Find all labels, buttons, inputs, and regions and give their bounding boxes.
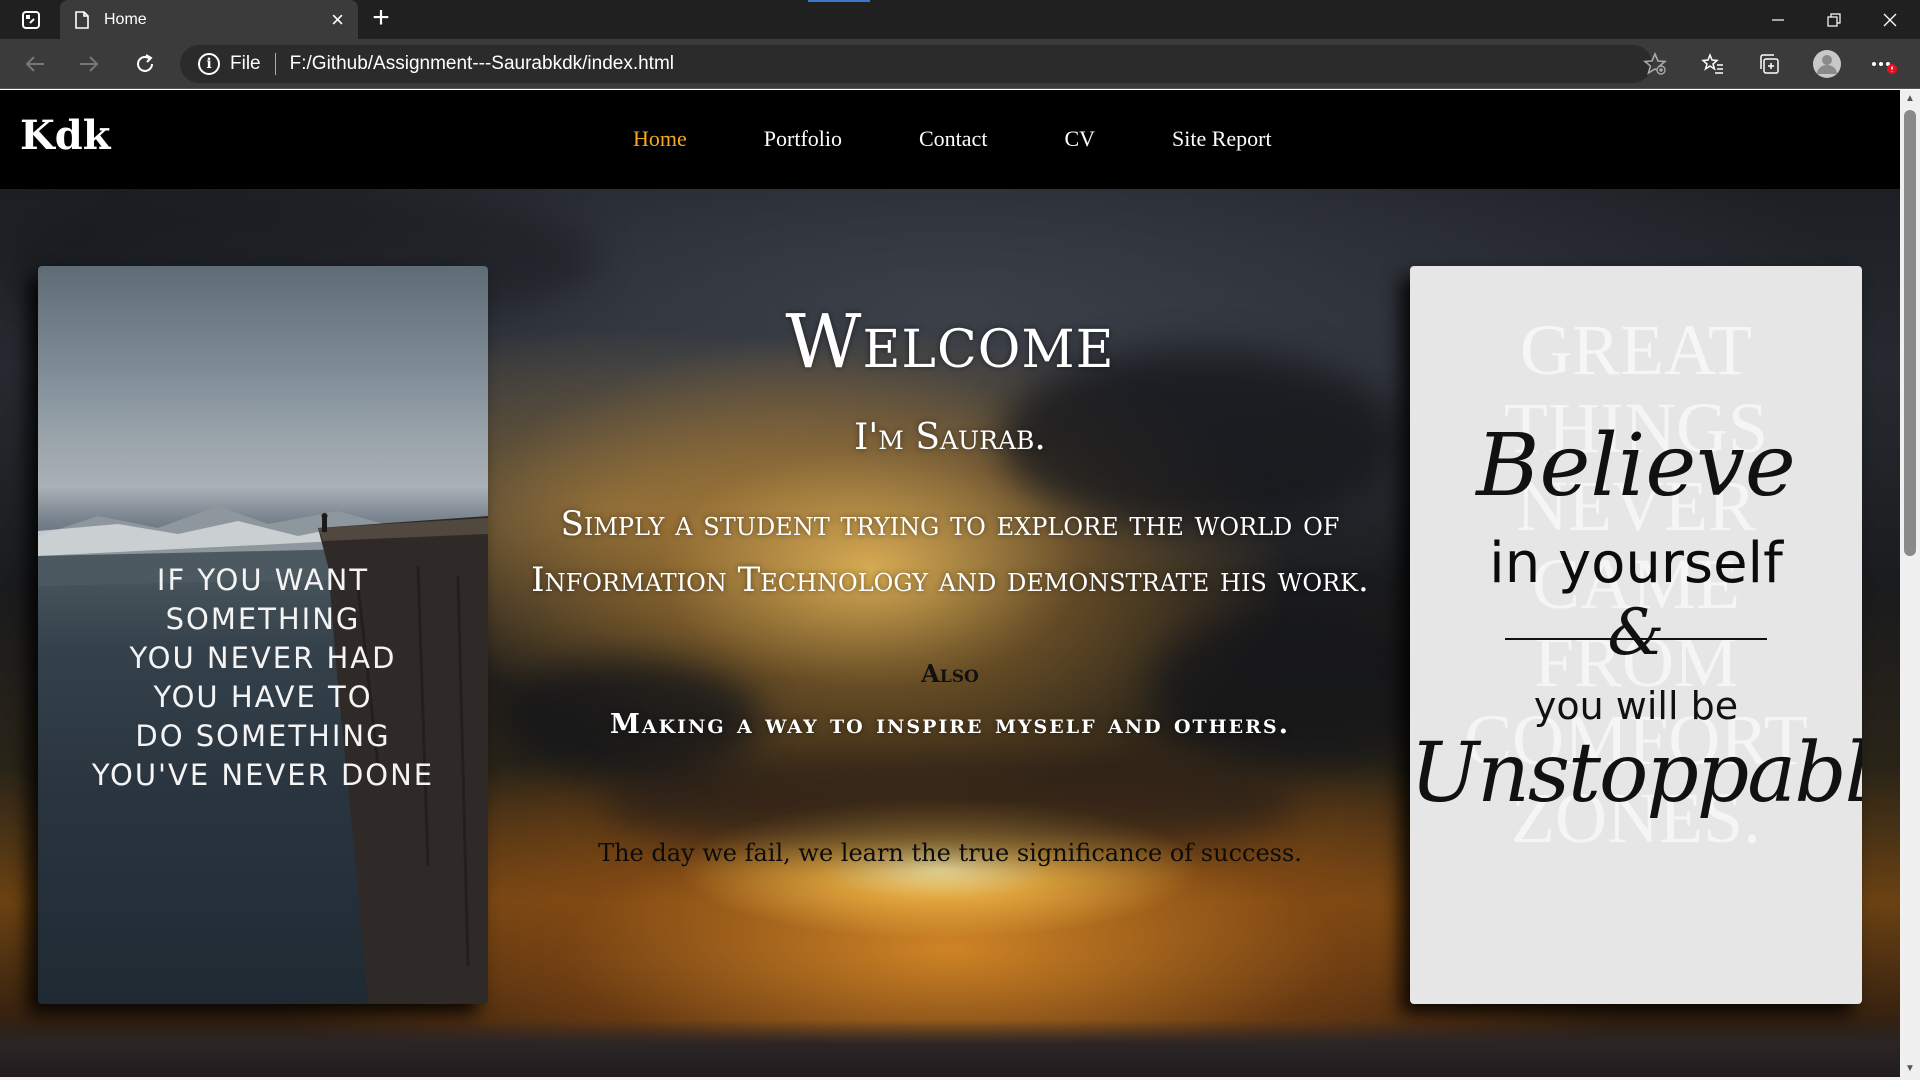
favorites-icon[interactable] [1696,49,1730,79]
believe-text: Believe [1476,416,1796,516]
hero-section: IF YOU WANT SOMETHING YOU NEVER HAD YOU … [0,189,1900,1080]
tab-close-icon[interactable]: × [331,8,344,31]
page-viewport: Kdk Home Portfolio Contact CV Site Repor… [0,90,1900,1080]
poster-quote-text: IF YOU WANT SOMETHING YOU NEVER HAD YOU … [38,561,488,795]
welcome-heading: Welcome [785,299,1115,385]
quote-text: The day we fail, we learn the true signi… [598,839,1302,867]
site-navbar: Kdk Home Portfolio Contact CV Site Repor… [0,90,1900,189]
nav-link-contact[interactable]: Contact [919,126,987,152]
page-scrollbar[interactable]: ▲ ▼ [1900,90,1920,1080]
poster-line: SOMETHING [165,602,361,636]
address-field[interactable]: i File F:/Github/Assignment---Saurabkdk/… [180,45,1652,83]
nav-link-site-report[interactable]: Site Report [1172,126,1272,152]
scroll-thumb[interactable] [1904,110,1916,556]
restore-icon[interactable] [1806,0,1862,39]
poster-line: IF YOU WANT [156,563,370,597]
close-window-icon[interactable] [1862,0,1918,39]
collections-icon[interactable] [1752,49,1786,79]
you-will-be-text: you will be [1533,684,1739,728]
poster-line: YOU'VE NEVER DONE [91,758,435,792]
profile-icon[interactable] [1810,49,1844,79]
scroll-up-icon[interactable]: ▲ [1900,92,1920,106]
poster-line: YOU HAVE TO [153,680,373,714]
site-logo[interactable]: Kdk [20,112,110,159]
forward-icon[interactable] [74,49,104,79]
in-yourself-text: in yourself [1489,531,1783,596]
browser-address-bar: i File F:/Github/Assignment---Saurabkdk/… [0,39,1920,89]
right-motivation-poster: GREAT THINGS NEVER CAME FROM COMFORT ZON… [1410,266,1862,1004]
more-icon[interactable] [1866,49,1900,79]
minimize-icon[interactable] [1750,0,1806,39]
favorite-add-icon[interactable] [1638,49,1672,79]
page-icon [75,10,89,29]
left-motivation-poster: IF YOU WANT SOMETHING YOU NEVER HAD YOU … [38,266,488,1004]
tab-title: Home [104,10,147,28]
description-text: Simply a student trying to explore the w… [531,504,1369,600]
nav-link-portfolio[interactable]: Portfolio [764,126,842,152]
url-text[interactable]: F:/Github/Assignment---Saurabkdk/index.h… [290,53,674,75]
browser-tab[interactable]: Home × [60,0,358,39]
browser-tab-bar: Home × + [0,0,1920,39]
inspire-text: Making a way to inspire myself and other… [609,709,1291,740]
scroll-down-icon[interactable]: ▼ [1900,1062,1920,1076]
site-info-icon[interactable]: i [198,53,220,75]
refresh-icon[interactable] [130,49,160,79]
horizon-hills [0,1020,1900,1080]
ampersand-text: & [1410,596,1862,670]
name-heading: I'm Saurab. [854,417,1046,458]
poster-line: DO SOMETHING [135,719,391,753]
ampersand-glyph: & [1607,596,1665,670]
tab-actions-icon[interactable] [14,8,48,32]
loading-indicator [808,0,870,2]
poster-line: YOU NEVER HAD [129,641,397,675]
site-nav-links: Home Portfolio Contact CV Site Report [633,126,1349,152]
nav-link-home[interactable]: Home [633,126,687,152]
back-icon[interactable] [20,49,50,79]
scheme-separator [274,53,276,75]
unstoppable-text: Unstoppable [1410,726,1862,821]
new-tab-button[interactable]: + [366,3,396,34]
poster-bg-line: GREAT [1520,310,1752,390]
nav-link-cv[interactable]: CV [1064,126,1095,152]
scheme-label: File [230,53,261,74]
also-text: Also [921,659,979,688]
cloud-shape [1150,609,1450,769]
